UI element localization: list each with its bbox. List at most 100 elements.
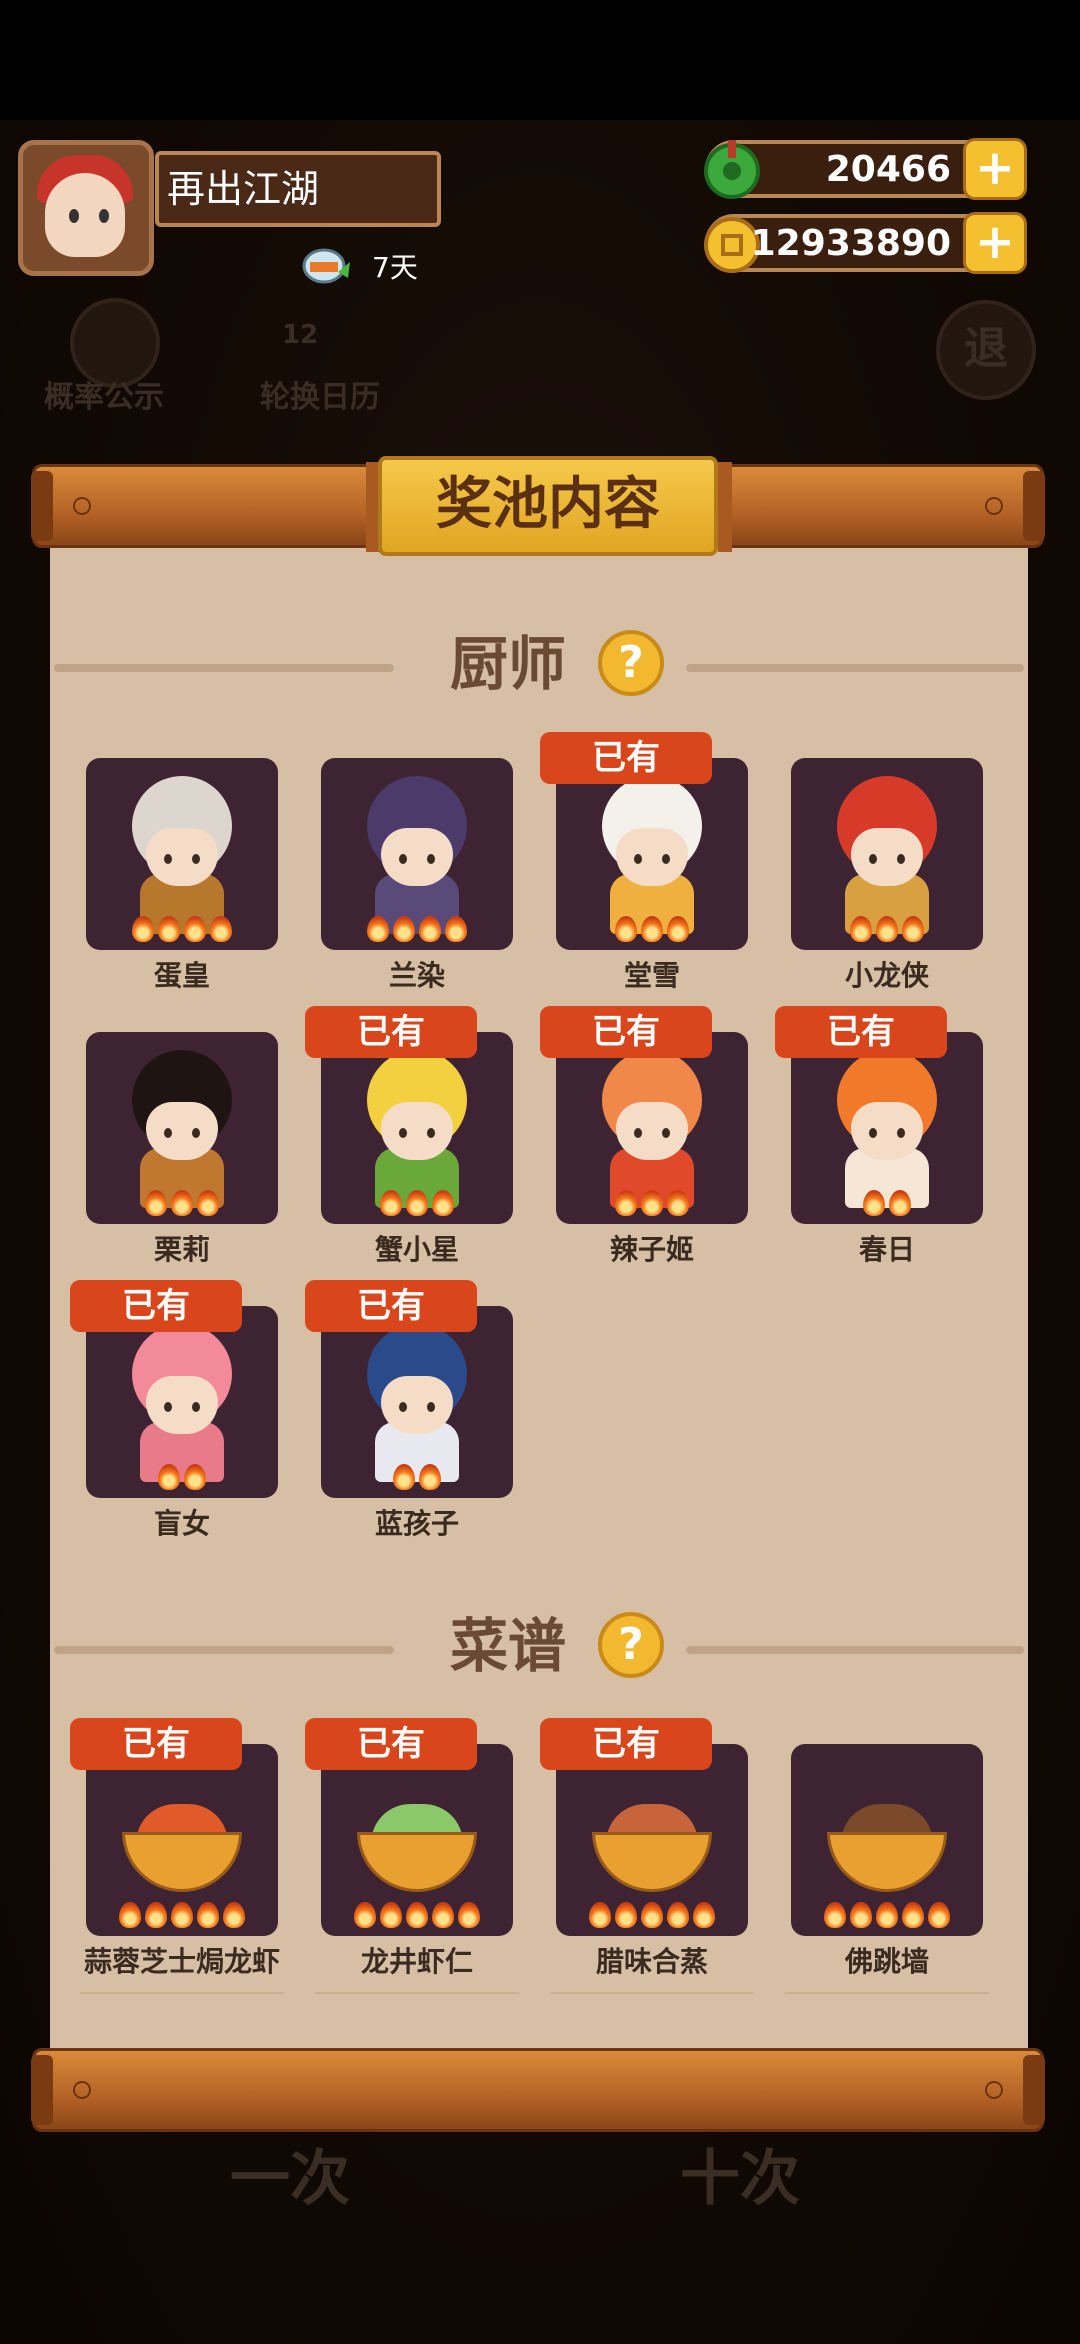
rarity-flames	[556, 1902, 748, 1932]
avatar-eye-left	[69, 209, 79, 223]
coin-balance: 12933890 +	[704, 212, 1027, 274]
chef-face	[146, 1102, 218, 1160]
recipe-card[interactable]	[556, 1744, 748, 1936]
flame-icon	[119, 1902, 141, 1928]
chef-name: 辣子姬	[609, 1233, 694, 1266]
chef-card[interactable]	[321, 1306, 513, 1498]
chef-face	[381, 1376, 453, 1434]
flame-icon	[902, 1902, 924, 1928]
rarity-flames	[556, 1190, 748, 1220]
player-avatar[interactable]	[18, 140, 154, 276]
chef-eye	[192, 854, 200, 864]
rod-rivet	[985, 497, 1003, 515]
owned-badge: 已有	[540, 1718, 712, 1770]
rod-rivet	[73, 2081, 91, 2099]
chef-eye	[399, 1128, 407, 1138]
flame-icon	[615, 916, 637, 942]
flame-icon	[393, 916, 415, 942]
chef-card[interactable]	[791, 1032, 983, 1224]
rod-rivet	[985, 2081, 1003, 2099]
chef-help-button[interactable]: ?	[598, 630, 664, 696]
add-jade-button[interactable]: +	[963, 138, 1027, 200]
player-name[interactable]: 再出江湖	[155, 151, 441, 227]
rarity-flames	[86, 916, 278, 946]
flame-icon	[850, 1902, 872, 1928]
rarity-flames	[86, 1902, 278, 1932]
chef-eye	[427, 854, 435, 864]
rarity-flames	[321, 1190, 513, 1220]
chef-eye	[634, 1128, 642, 1138]
chef-face	[381, 1102, 453, 1160]
rarity-flames	[321, 1464, 513, 1494]
flame-icon	[393, 1464, 415, 1490]
avatar-eye-right	[99, 209, 109, 223]
flame-icon	[850, 916, 872, 942]
flame-icon	[197, 1902, 219, 1928]
avatar-face	[45, 173, 125, 257]
prize-pool-panel[interactable]: 厨师 ? 蛋皇 兰染 已有 堂雪 小龙侠 栗莉 已有 蟹小星 已有 辣子姬 已有 春日 已有 盲女 已有 蓝孩…	[50, 548, 1028, 2048]
chef-card[interactable]	[86, 1032, 278, 1224]
chef-card[interactable]	[556, 1032, 748, 1224]
dish-bowl	[357, 1832, 477, 1892]
owned-badge: 已有	[540, 1006, 712, 1058]
owned-badge: 已有	[70, 1280, 242, 1332]
flame-icon	[380, 1902, 402, 1928]
chef-eye	[662, 854, 670, 864]
recipe-help-button[interactable]: ?	[598, 1612, 664, 1678]
divider-left	[54, 664, 394, 672]
recipe-card[interactable]	[86, 1744, 278, 1936]
chef-card[interactable]	[321, 1032, 513, 1224]
flame-icon	[419, 1464, 441, 1490]
chef-card[interactable]	[791, 758, 983, 950]
owned-badge: 已有	[70, 1718, 242, 1770]
flame-icon	[667, 916, 689, 942]
flame-icon	[928, 1902, 950, 1928]
flame-icon	[184, 1464, 206, 1490]
add-coins-button[interactable]: +	[963, 212, 1027, 274]
item-underline	[785, 1992, 989, 1994]
flame-icon	[863, 1190, 885, 1216]
scroll-bottom-rod	[31, 2048, 1045, 2132]
chef-eye	[192, 1402, 200, 1412]
chef-eye	[164, 1128, 172, 1138]
chef-card[interactable]	[86, 758, 278, 950]
rocket-icon	[302, 248, 350, 284]
flame-icon	[432, 1190, 454, 1216]
dish-bowl	[827, 1832, 947, 1892]
chef-eye	[399, 1402, 407, 1412]
rarity-flames	[791, 916, 983, 946]
coin-amount: 12933890	[750, 223, 951, 264]
rod-end-left	[31, 471, 53, 541]
chef-eye	[897, 1128, 905, 1138]
chef-eye	[399, 854, 407, 864]
owned-badge: 已有	[305, 1718, 477, 1770]
divider-right	[686, 1646, 1024, 1654]
flame-icon	[132, 916, 154, 942]
chef-eye	[869, 854, 877, 864]
recipe-name: 龙井虾仁	[360, 1945, 473, 1978]
recipe-card[interactable]	[791, 1744, 983, 1936]
recipe-name: 腊味合蒸	[595, 1945, 708, 1978]
chef-face	[851, 828, 923, 886]
chef-name: 春日	[858, 1233, 915, 1266]
prize-pool-title: 奖池内容	[378, 456, 718, 556]
chef-card[interactable]	[321, 758, 513, 950]
flame-icon	[406, 1902, 428, 1928]
flame-icon	[171, 1190, 193, 1216]
chef-eye	[164, 1402, 172, 1412]
jade-amount: 20466	[825, 149, 951, 190]
item-underline	[80, 1992, 284, 1994]
flame-icon	[406, 1190, 428, 1216]
rod-end-left	[31, 2055, 53, 2125]
flame-icon	[223, 1902, 245, 1928]
chef-card[interactable]	[556, 758, 748, 950]
flame-icon	[615, 1902, 637, 1928]
flame-icon	[145, 1190, 167, 1216]
chef-eye	[164, 854, 172, 864]
chef-eye	[662, 1128, 670, 1138]
recipe-section-header: 菜谱 ?	[50, 1606, 1028, 1686]
rarity-flames	[86, 1464, 278, 1494]
chef-card[interactable]	[86, 1306, 278, 1498]
recipe-section-title: 菜谱	[450, 1612, 567, 1680]
recipe-card[interactable]	[321, 1744, 513, 1936]
